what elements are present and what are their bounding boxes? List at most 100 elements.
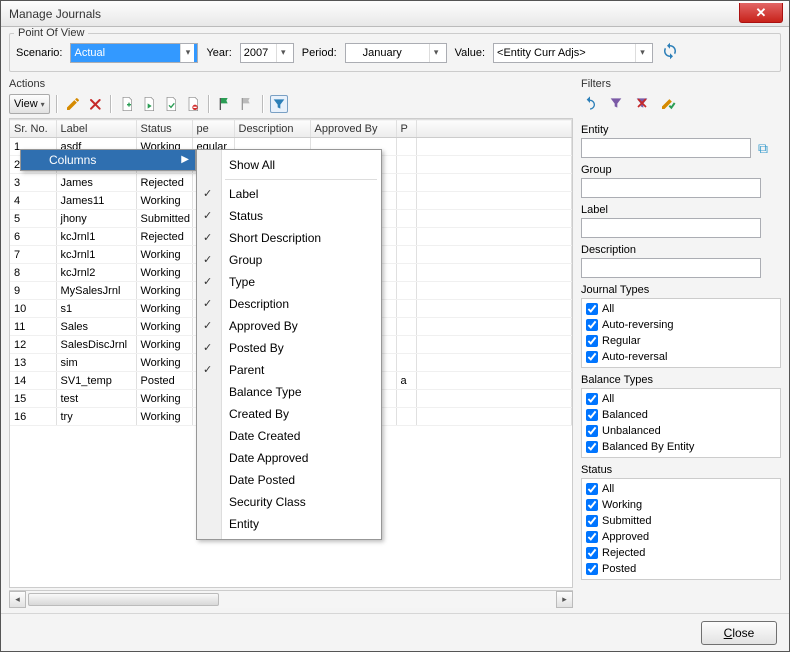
balance-type-row[interactable]: Balanced xyxy=(586,407,776,423)
filter-apply-icon[interactable] xyxy=(659,94,677,112)
status-type-row[interactable]: Submitted xyxy=(586,513,776,529)
status-type-checkbox[interactable] xyxy=(586,483,598,495)
label-input[interactable] xyxy=(581,218,761,238)
refresh-pov-button[interactable] xyxy=(661,42,679,63)
filter-toolbar xyxy=(581,92,781,114)
scroll-track[interactable] xyxy=(26,591,556,608)
status-types-label: Status xyxy=(581,464,781,476)
filter-funnel-icon[interactable] xyxy=(607,94,625,112)
view-menu-columns[interactable]: Columns ▶ xyxy=(21,150,195,170)
columns-menu-item[interactable]: ✓Group xyxy=(197,249,381,271)
status-type-row[interactable]: All xyxy=(586,481,776,497)
grid-col-6[interactable]: P xyxy=(396,120,416,138)
columns-menu-item-label: Status xyxy=(229,209,263,223)
journal-type-label: All xyxy=(602,303,614,315)
flag-gray-icon[interactable] xyxy=(238,95,256,113)
status-type-checkbox[interactable] xyxy=(586,563,598,575)
balance-type-checkbox[interactable] xyxy=(586,441,598,453)
scroll-thumb[interactable] xyxy=(28,593,219,606)
balance-type-row[interactable]: Balanced By Entity xyxy=(586,439,776,455)
columns-menu-item[interactable]: ✓Status xyxy=(197,205,381,227)
journal-type-row[interactable]: Regular xyxy=(586,333,776,349)
scenario-select[interactable]: Actual ▾ xyxy=(70,43,198,63)
status-type-checkbox[interactable] xyxy=(586,547,598,559)
doc-check-icon[interactable] xyxy=(162,95,180,113)
filter-reset-icon[interactable] xyxy=(581,94,599,112)
columns-menu-item[interactable]: Created By xyxy=(197,403,381,425)
year-select[interactable]: 2007 ▾ xyxy=(240,43,294,63)
doc-right-icon[interactable] xyxy=(140,95,158,113)
balance-type-row[interactable]: All xyxy=(586,391,776,407)
grid-col-2[interactable]: Status xyxy=(136,120,192,138)
columns-menu-item[interactable]: ✓Posted By xyxy=(197,337,381,359)
grid-col-4[interactable]: Description xyxy=(234,120,310,138)
view-menu[interactable]: Columns ▶ xyxy=(20,149,196,171)
status-type-row[interactable]: Posted xyxy=(586,561,776,577)
columns-menu-item-label: Created By xyxy=(229,407,289,421)
group-input[interactable] xyxy=(581,178,761,198)
balance-type-checkbox[interactable] xyxy=(586,425,598,437)
columns-menu-item-label: Short Description xyxy=(229,231,321,245)
columns-menu-item[interactable]: Entity xyxy=(197,513,381,535)
doc-new-icon[interactable] xyxy=(118,95,136,113)
chevron-down-icon: ▾ xyxy=(41,100,45,109)
balance-type-checkbox[interactable] xyxy=(586,393,598,405)
columns-menu-item[interactable]: Security Class xyxy=(197,491,381,513)
journal-type-checkbox[interactable] xyxy=(586,303,598,315)
journal-type-checkbox[interactable] xyxy=(586,335,598,347)
grid-col-3[interactable]: pe xyxy=(192,120,234,138)
status-type-checkbox[interactable] xyxy=(586,515,598,527)
journal-type-row[interactable]: Auto-reversal xyxy=(586,349,776,365)
entity-picker-icon[interactable]: ⧉ xyxy=(755,140,771,156)
grid-col-0[interactable]: Sr. No. xyxy=(10,120,56,138)
edit-icon[interactable] xyxy=(64,95,82,113)
check-icon: ✓ xyxy=(203,297,212,310)
journal-type-row[interactable]: Auto-reversing xyxy=(586,317,776,333)
doc-stop-icon[interactable] xyxy=(184,95,202,113)
close-button[interactable]: Close xyxy=(701,621,777,645)
status-type-checkbox[interactable] xyxy=(586,531,598,543)
filter-icon[interactable] xyxy=(270,95,288,113)
flag-green-icon[interactable] xyxy=(216,95,234,113)
scroll-left-icon[interactable]: ◂ xyxy=(9,591,26,608)
journal-type-row[interactable]: All xyxy=(586,301,776,317)
columns-menu-item[interactable]: ✓Short Description xyxy=(197,227,381,249)
pov-title: Point Of View xyxy=(14,27,88,39)
journal-type-checkbox[interactable] xyxy=(586,319,598,331)
filter-clear-icon[interactable] xyxy=(633,94,651,112)
columns-menu-item[interactable]: Date Approved xyxy=(197,447,381,469)
columns-menu-item[interactable]: ✓Label xyxy=(197,183,381,205)
description-input[interactable] xyxy=(581,258,761,278)
scroll-right-icon[interactable]: ▸ xyxy=(556,591,573,608)
columns-menu-item-label: Date Approved xyxy=(229,451,308,465)
entity-input[interactable] xyxy=(581,138,751,158)
journal-type-label: Regular xyxy=(602,335,641,347)
delete-icon[interactable] xyxy=(86,95,104,113)
columns-menu-item[interactable]: ✓Description xyxy=(197,293,381,315)
window-close-button[interactable]: ✕ xyxy=(739,3,783,23)
columns-menu-item[interactable]: Date Posted xyxy=(197,469,381,491)
balance-type-row[interactable]: Unbalanced xyxy=(586,423,776,439)
columns-submenu[interactable]: Show All✓Label✓Status✓Short Description✓… xyxy=(196,149,382,540)
status-type-row[interactable]: Approved xyxy=(586,529,776,545)
status-type-row[interactable]: Working xyxy=(586,497,776,513)
status-type-checkbox[interactable] xyxy=(586,499,598,511)
columns-menu-item[interactable]: Date Created xyxy=(197,425,381,447)
value-select[interactable]: <Entity Curr Adjs> ▾ xyxy=(493,43,653,63)
journal-type-checkbox[interactable] xyxy=(586,351,598,363)
columns-menu-item[interactable]: Balance Type xyxy=(197,381,381,403)
columns-menu-item[interactable]: ✓Approved By xyxy=(197,315,381,337)
balance-type-checkbox[interactable] xyxy=(586,409,598,421)
period-select[interactable]: January ▾ xyxy=(345,43,447,63)
status-type-row[interactable]: Rejected xyxy=(586,545,776,561)
horizontal-scrollbar[interactable]: ◂ ▸ xyxy=(9,590,573,607)
grid-col-1[interactable]: Label xyxy=(56,120,136,138)
columns-menu-item[interactable]: ✓Parent xyxy=(197,359,381,381)
grid-col-5[interactable]: Approved By xyxy=(310,120,396,138)
view-button[interactable]: View ▾ xyxy=(9,94,50,114)
columns-menu-item-label: Posted By xyxy=(229,341,284,355)
columns-menu-item[interactable]: Show All xyxy=(197,154,381,176)
period-label: Period: xyxy=(302,47,337,59)
status-type-label: Working xyxy=(602,499,642,511)
columns-menu-item[interactable]: ✓Type xyxy=(197,271,381,293)
